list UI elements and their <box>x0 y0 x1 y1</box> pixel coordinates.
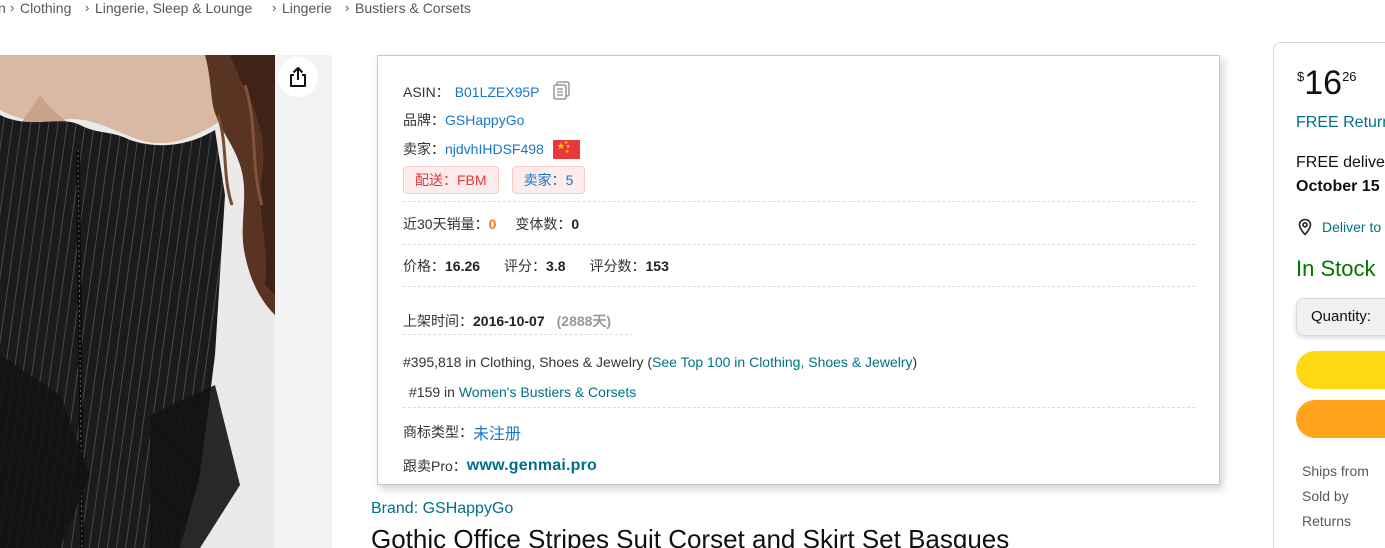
sellers-count-badge[interactable]: 卖家： 5 <box>511 166 586 194</box>
follow-site-link[interactable]: www.genmai.pro <box>467 457 597 475</box>
breadcrumb-item-lingerie-sleep-lounge[interactable]: Lingerie, Sleep & Lounge <box>95 0 252 16</box>
listed-days: (2888天) <box>556 313 612 329</box>
breadcrumb-item-lingerie[interactable]: Lingerie <box>282 0 332 16</box>
product-image-panel <box>0 55 332 548</box>
rank1-top100-link[interactable]: See Top 100 in Clothing, Shoes & Jewelry <box>652 354 912 370</box>
seller-row: 卖家： njdvhIHDSF498 ★ ★ ★ ★ <box>403 139 580 159</box>
share-icon <box>290 67 306 87</box>
deliver-to-label: Deliver to <box>1322 219 1382 235</box>
buy-box: $1626 FREE Returns FREE delivery October… <box>1273 42 1385 548</box>
follow-label: 跟卖Pro： <box>403 458 467 474</box>
price-whole: 16 <box>1304 64 1343 102</box>
price-symbol: $ <box>1297 69 1305 84</box>
fulfillment-badge: 配送：FBM <box>403 166 499 194</box>
quantity-dropdown[interactable]: Quantity: <box>1296 298 1385 336</box>
china-flag-icon: ★ ★ ★ ★ <box>552 139 580 159</box>
reviews-label: 评分数： <box>589 258 646 274</box>
brand-store-link[interactable]: Brand: GSHappyGo <box>371 500 513 518</box>
listed-date: 2016-10-07 <box>473 313 545 329</box>
brand-label: 品牌： <box>403 112 445 128</box>
rank1-prefix: #395,818 in Clothing, Shoes & Jewelry ( <box>403 354 653 370</box>
quantity-label: Quantity: <box>1311 308 1372 325</box>
listed-row: 上架时间： 2016-10-07 (2888天) <box>403 311 611 331</box>
rank2-category-link[interactable]: Women's Bustiers & Corsets <box>459 384 636 400</box>
rank-row-2: #159 in Women's Bustiers & Corsets <box>409 384 636 400</box>
breadcrumb-separator: › <box>345 0 350 15</box>
brand-row: 品牌： GSHappyGo <box>403 110 524 130</box>
pill-row: 配送：FBM 卖家： 5 <box>403 166 598 194</box>
sales-row: 近30天销量： 0 变体数： 0 <box>403 214 579 234</box>
delivery-date: October 15 <box>1296 178 1380 195</box>
divider <box>403 334 633 335</box>
seller-label: 卖家： <box>403 141 445 157</box>
divider <box>403 244 1195 245</box>
rating-value: 3.8 <box>546 258 566 274</box>
trademark-row: 商标类型： 未注册 <box>403 420 521 444</box>
breadcrumb-item-clothing[interactable]: Clothing <box>20 0 71 16</box>
breadcrumb-item-bustiers-corsets[interactable]: Bustiers & Corsets <box>355 0 471 16</box>
rank-row-1: #395,818 in Clothing, Shoes & Jewelry (S… <box>403 354 917 370</box>
reviews-value: 153 <box>645 258 669 274</box>
trademark-label: 商标类型： <box>403 424 473 440</box>
rank2-prefix: #159 in <box>409 384 459 400</box>
sellers-count-value: 5 <box>565 172 574 188</box>
buybox-price: $1626 <box>1297 66 1357 100</box>
follow-row: 跟卖Pro： www.genmai.pro <box>403 456 597 476</box>
price-label: 价格： <box>403 258 445 274</box>
breadcrumb-separator: › <box>85 0 90 15</box>
asin-row: ASIN： B01LZEX95P <box>403 80 572 103</box>
trademark-value[interactable]: 未注册 <box>473 420 521 444</box>
sellers-count-label: 卖家： <box>523 172 566 188</box>
share-button[interactable] <box>278 57 318 97</box>
price-fraction: 26 <box>1342 69 1357 84</box>
in-stock-status: In Stock <box>1296 256 1376 281</box>
returns-label: Returns <box>1302 513 1352 529</box>
brand-link[interactable]: GSHappyGo <box>445 112 524 128</box>
rank1-suffix: ) <box>912 354 918 370</box>
seller-link[interactable]: njdvhIHDSF498 <box>445 141 544 157</box>
breadcrumb-separator: › <box>272 0 277 15</box>
divider <box>403 286 1195 287</box>
buy-now-button[interactable] <box>1296 400 1385 438</box>
sales30-value: 0 <box>488 216 497 232</box>
product-photo-illustration <box>0 55 275 548</box>
product-image[interactable] <box>0 55 275 548</box>
product-title: Gothic Office Stripes Suit Corset and Sk… <box>371 524 1010 548</box>
divider <box>403 407 1195 408</box>
add-to-cart-button[interactable] <box>1296 351 1385 389</box>
free-returns-link[interactable]: FREE Returns <box>1296 114 1385 132</box>
sold-by-label: Sold by <box>1302 488 1349 504</box>
copy-icon[interactable] <box>552 80 572 103</box>
breadcrumb-separator: › <box>10 0 15 15</box>
sales30-label: 近30天销量： <box>403 216 489 232</box>
variants-label: 变体数： <box>515 216 572 232</box>
divider <box>403 201 1195 202</box>
location-pin-icon <box>1298 218 1312 236</box>
price-row: 价格： 16.26 评分： 3.8 评分数： 153 <box>403 256 669 276</box>
price-value: 16.26 <box>445 258 481 274</box>
variants-value: 0 <box>571 216 580 232</box>
asin-link[interactable]: B01LZEX95P <box>455 84 540 100</box>
asin-label: ASIN： <box>403 83 450 100</box>
listed-label: 上架时间： <box>403 313 473 329</box>
breadcrumb-item-home[interactable]: n <box>0 0 6 16</box>
free-delivery-text: FREE delivery <box>1296 154 1385 171</box>
deliver-to-link[interactable]: Deliver to <box>1296 218 1381 236</box>
ships-from-label: Ships from <box>1302 463 1369 479</box>
rating-label: 评分： <box>504 258 547 274</box>
seller-plugin-panel: ASIN： B01LZEX95P 品牌： GSHappyGo 卖家： njdvh… <box>377 55 1220 485</box>
